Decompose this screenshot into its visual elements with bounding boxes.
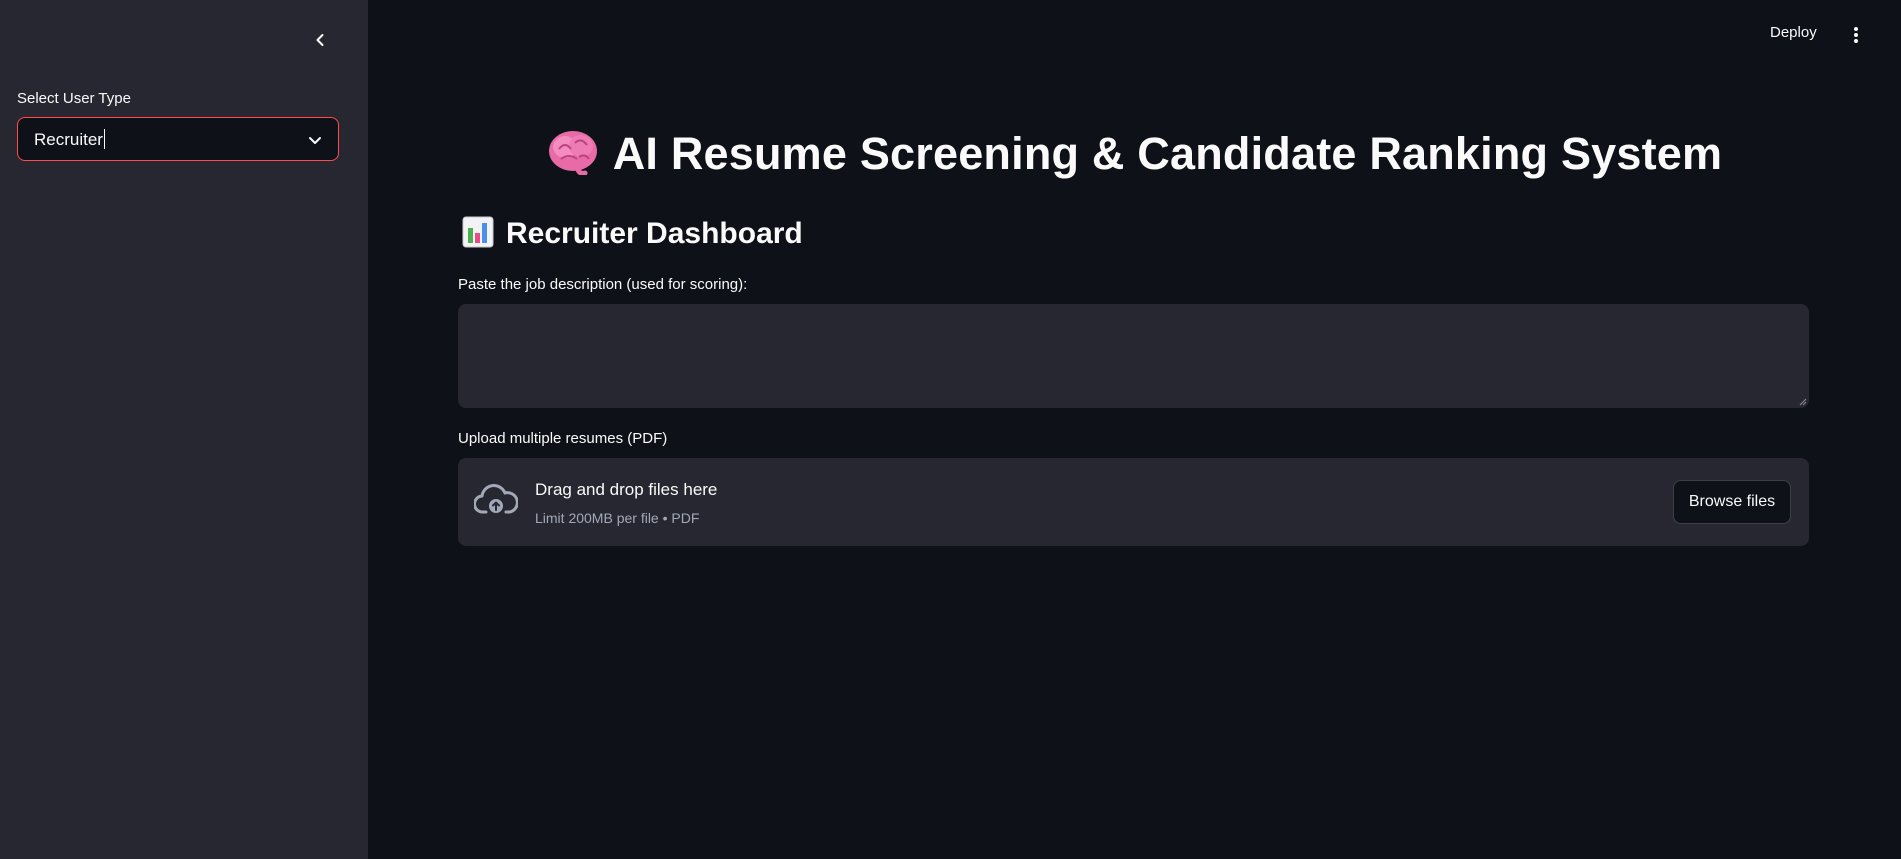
page-title: AI Resume Screening & Candidate Ranking …: [368, 128, 1901, 180]
sidebar: Select User Type Recruiter: [0, 0, 368, 859]
text-cursor: [103, 129, 105, 150]
dashboard-title-text: Recruiter Dashboard: [506, 217, 803, 250]
job-description-label: Paste the job description (used for scor…: [458, 276, 748, 293]
more-vertical-icon: [1854, 27, 1858, 43]
main-menu-button[interactable]: [1846, 24, 1866, 46]
page-title-text: AI Resume Screening & Candidate Ranking …: [612, 128, 1723, 179]
brain-icon: [548, 131, 597, 175]
user-type-select-text: Recruiter: [34, 130, 103, 149]
cloud-upload-icon: [474, 484, 518, 514]
dropzone-limit-text: Limit 200MB per file • PDF: [535, 510, 700, 526]
user-type-select[interactable]: Recruiter: [17, 117, 339, 161]
file-dropzone[interactable]: Drag and drop files here Limit 200MB per…: [458, 458, 1809, 546]
resize-grip-icon[interactable]: [1799, 398, 1807, 406]
deploy-button[interactable]: Deploy: [1770, 24, 1817, 41]
chevron-left-icon: [316, 34, 324, 46]
dropzone-instructions: Drag and drop files here: [535, 480, 718, 499]
app-root: Select User Type Recruiter Deploy AI Res…: [0, 0, 1901, 859]
user-type-select-value: Recruiter: [34, 129, 105, 150]
collapse-sidebar-button[interactable]: [308, 28, 332, 52]
chevron-down-icon: [309, 137, 321, 144]
bar-chart-icon: [462, 216, 494, 248]
upload-resumes-label: Upload multiple resumes (PDF): [458, 430, 668, 447]
browse-files-button[interactable]: Browse files: [1673, 480, 1791, 524]
select-user-type-label: Select User Type: [17, 90, 131, 107]
dashboard-title: Recruiter Dashboard: [462, 216, 803, 251]
job-description-textarea[interactable]: [458, 304, 1809, 408]
